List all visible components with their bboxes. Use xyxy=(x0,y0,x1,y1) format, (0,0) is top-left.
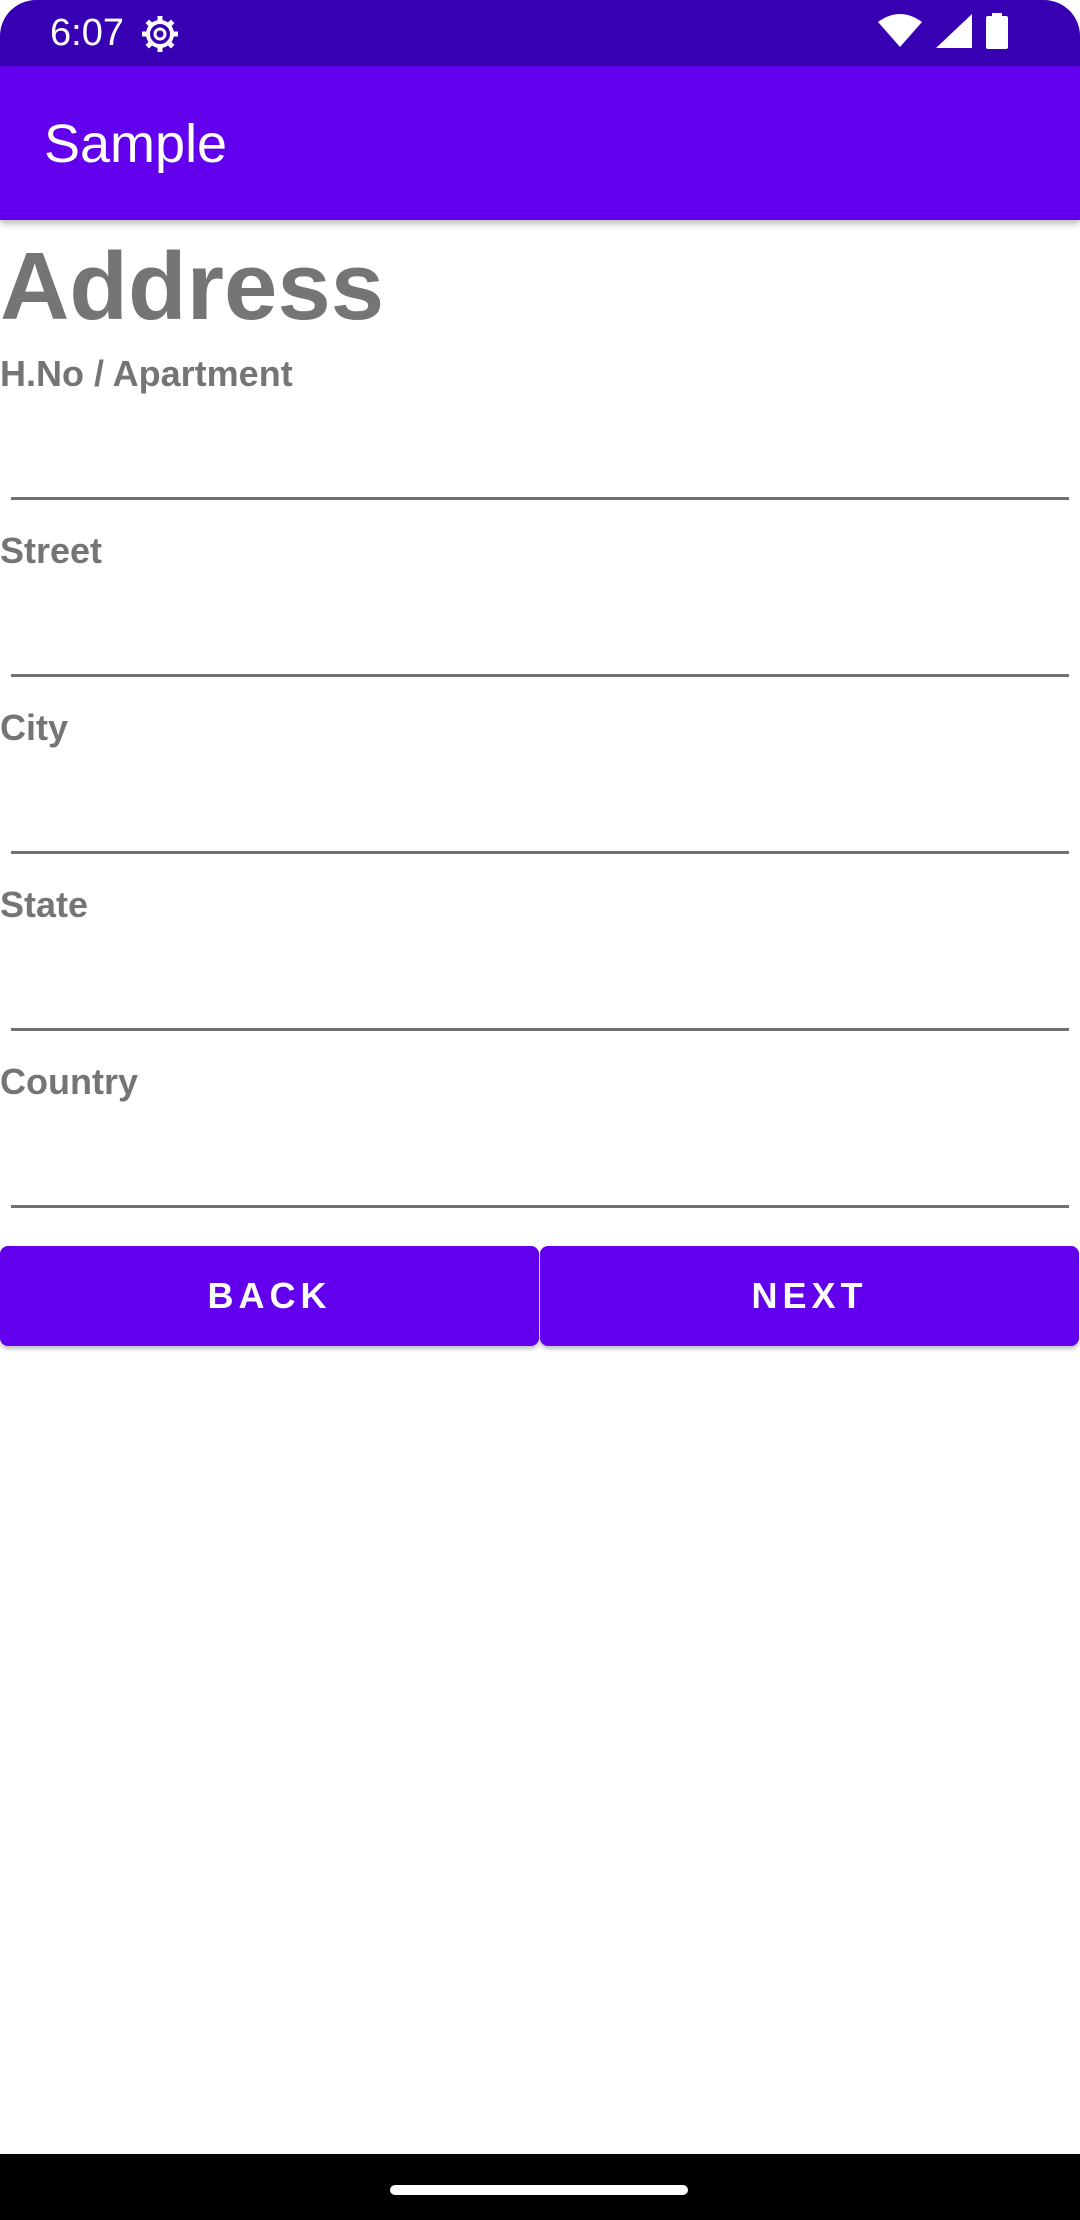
app-bar: Sample xyxy=(0,66,1080,220)
home-gesture-handle[interactable] xyxy=(390,2185,688,2195)
city-label: City xyxy=(0,707,69,748)
status-bar: 6:07 xyxy=(0,0,1080,66)
settings-gear-icon xyxy=(140,14,180,54)
back-button[interactable]: BACK xyxy=(0,1246,539,1346)
navigation-bar xyxy=(0,2154,1080,2220)
battery-icon xyxy=(986,12,1008,54)
status-icons xyxy=(878,12,1008,54)
app-title: Sample xyxy=(44,114,228,174)
next-button[interactable]: NEXT xyxy=(540,1246,1079,1346)
state-label: State xyxy=(0,884,89,925)
apartment-input[interactable] xyxy=(11,420,1069,500)
phone-screen: 6:07 Sample Address H.No / Apartment Str… xyxy=(0,0,1080,2220)
apartment-label: H.No / Apartment xyxy=(0,353,293,394)
wifi-icon xyxy=(878,13,922,53)
city-input[interactable] xyxy=(11,774,1069,854)
state-input[interactable] xyxy=(11,951,1069,1031)
status-time: 6:07 xyxy=(50,12,124,54)
street-label: Street xyxy=(0,530,103,571)
page-title: Address xyxy=(0,233,385,340)
cellular-signal-icon xyxy=(936,13,972,53)
street-input[interactable] xyxy=(11,597,1069,677)
country-label: Country xyxy=(0,1061,138,1102)
country-input[interactable] xyxy=(11,1128,1069,1208)
